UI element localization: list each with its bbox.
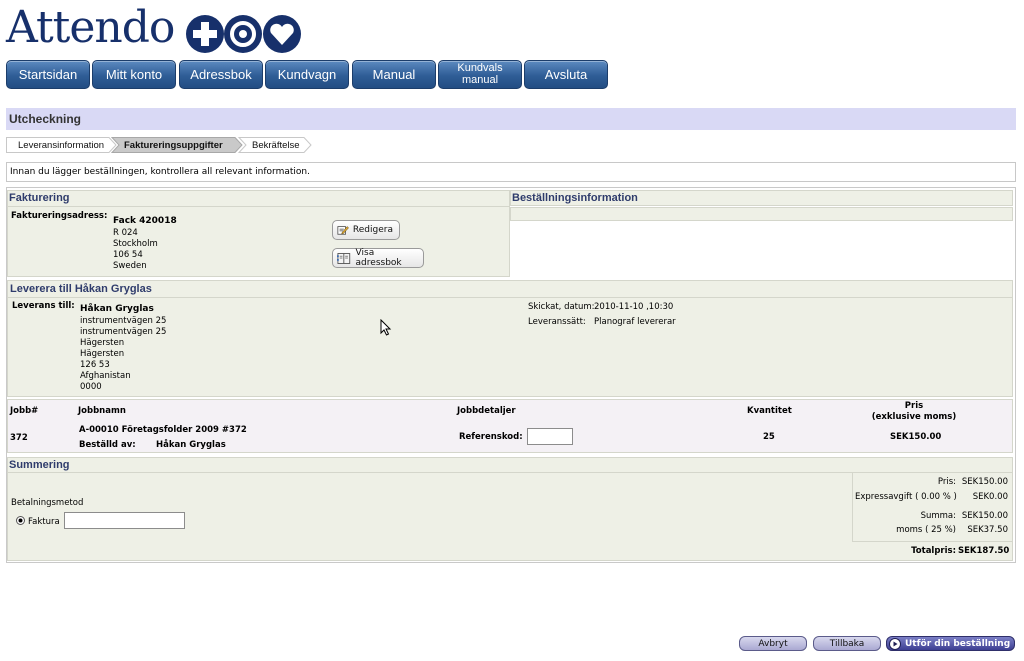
order-info-title: Beställningsinformation [512,192,638,204]
summary-sum-label: Summa: [920,511,956,521]
billing-panel [7,190,510,277]
jobs-header-quantity: Kvantitet [747,406,792,416]
brand-logo-icons [186,15,301,53]
page-title: Utcheckning [6,108,1016,130]
step-faktureringsuppgifter[interactable]: Faktureringsuppgifter [114,137,234,153]
job-row-ordered-by-label: Beställd av: [79,440,136,450]
job-row-ref-label: Referenskod: [459,432,523,442]
job-row-quantity: 25 [763,432,775,442]
summary-price-value: SEK150.00 [961,477,1008,487]
delivery-line: instrumentvägen 25 [80,327,167,337]
delivery-line: Afghanistan [80,371,131,381]
nav-startsidan[interactable]: Startsidan [6,60,90,89]
nav-kundvals-manual[interactable]: Kundvals manual [438,60,522,89]
cancel-button[interactable]: Avbryt [739,636,807,651]
billing-address-line: R 024 [113,228,138,238]
view-addressbook-label: Visa adressbok [355,248,402,268]
delivery-method-label: Leveranssätt: [528,317,586,327]
delivery-line: instrumentvägen 25 [80,316,167,326]
billing-address-line: 106 54 [113,250,143,260]
summary-vat-value: SEK37.50 [967,525,1008,535]
delivery-line: Hägersten [80,338,125,348]
summary-price-label: Pris: [937,477,956,487]
summary-vat-label: moms ( 25 %) [896,525,956,535]
nav-avsluta[interactable]: Avsluta [524,60,608,89]
jobs-header-details: Jobbdetaljer [457,406,516,416]
delivery-line: Hägersten [80,349,125,359]
nav-adressbok[interactable]: Adressbok [179,60,263,89]
payment-option-label: Faktura [28,517,60,527]
jobs-header-price-sub: (exklusive moms) [871,412,957,422]
total-price-label: Totalpris: [911,546,956,556]
step-bekraftelse[interactable]: Bekräftelse [242,137,312,153]
instruction-text: Innan du lägger beställningen, kontrolle… [6,162,1016,182]
delivery-title: Leverera till Håkan Gryglas [10,283,152,295]
delivery-name: Håkan Gryglas [80,304,154,314]
nav-kundvagn[interactable]: Kundvagn [265,60,349,89]
payment-method-label: Betalningsmetod [11,498,84,508]
sent-label: Skickat, datum: [528,302,595,312]
summary-total-divider [852,541,1012,542]
summary-express-label: Expressavgift ( 0.00 % ) [855,492,957,502]
delivery-divider [8,297,1012,298]
view-addressbook-button[interactable]: Visa adressbok [332,248,424,268]
summary-sum-value: SEK150.00 [961,511,1008,521]
jobs-header-price: Pris [904,401,924,411]
edit-billing-label: Redigera [352,225,393,235]
billing-title: Fakturering [9,192,70,204]
billing-address-name: Fack 420018 [113,216,177,226]
nav-manual[interactable]: Manual [352,60,436,89]
payment-radio[interactable] [16,516,25,525]
mouse-cursor-icon [380,319,392,336]
summary-express-value: SEK0.00 [972,492,1008,502]
nav-mitt-konto[interactable]: Mitt konto [92,60,176,89]
brand-logo-text: Attendo [6,2,175,53]
delivery-line: 0000 [80,382,102,392]
billing-address-line: Stockholm [113,239,158,249]
total-price-value: SEK187.50 [958,546,1010,556]
back-button[interactable]: Tillbaka [813,636,881,651]
delivery-method-value: Planograf levererar [594,317,676,327]
sent-value: 2010-11-10 ,10:30 [594,302,674,312]
reference-code-input[interactable] [527,428,573,445]
jobs-header-jobno: Jobb# [10,406,39,416]
payment-reference-input[interactable] [64,512,185,529]
job-row-price: SEK150.00 [890,432,942,442]
delivery-line: 126 53 [80,360,110,370]
job-row-name: A-00010 Företagsfolder 2009 #372 [79,425,247,435]
step-leveransinformation[interactable]: Leveransinformation [8,137,108,153]
edit-billing-button[interactable]: Redigera [332,220,400,240]
submit-order-button[interactable]: Utför din beställning [886,636,1015,651]
billing-address-label: Faktureringsadress: [11,211,108,221]
summary-title: Summering [9,459,70,471]
job-row-number: 372 [10,433,28,443]
edit-icon [337,226,349,235]
jobs-header-name: Jobbnamn [78,406,126,416]
order-info-subbar [510,207,1013,221]
delivery-to-label: Leverans till: [12,301,75,311]
billing-address-line: Sweden [113,261,147,271]
addressbook-icon [337,252,351,264]
billing-divider [8,206,509,207]
play-icon [889,637,901,650]
job-row-ordered-by: Håkan Gryglas [156,440,226,450]
submit-order-label: Utför din beställning [905,638,1011,649]
